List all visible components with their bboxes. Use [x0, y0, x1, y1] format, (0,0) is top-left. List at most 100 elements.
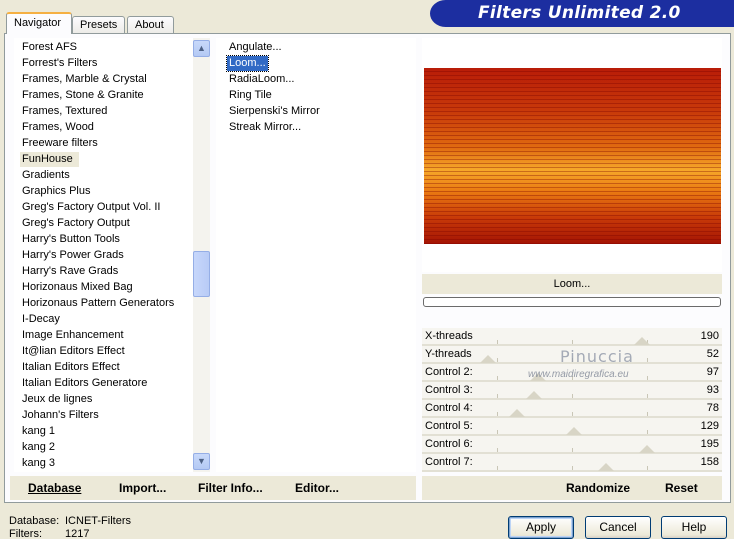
category-scrollbar[interactable]: ▲ ▼	[193, 38, 210, 472]
slider-tick	[647, 358, 648, 362]
category-item[interactable]: I-Decay	[20, 312, 62, 327]
control-slider-row[interactable]: Control 5: 129	[422, 418, 722, 436]
import-button[interactable]: Import...	[119, 481, 166, 495]
slider-thumb[interactable]	[633, 337, 650, 345]
category-item[interactable]: Johann's Filters	[20, 408, 101, 423]
category-item[interactable]: Frames, Marble & Crystal	[20, 72, 149, 87]
watermark-site: www.maidiregrafica.eu	[528, 369, 629, 380]
category-item[interactable]: It@lian Editors Effect	[20, 344, 127, 359]
control-slider-row[interactable]: Control 7: 158	[422, 454, 722, 472]
app-banner: Filters Unlimited 2.0	[430, 0, 734, 27]
category-item[interactable]: Graphics Plus	[20, 184, 92, 199]
category-item[interactable]: kang 2	[20, 440, 57, 455]
category-item[interactable]: Frames, Stone & Granite	[20, 88, 146, 103]
category-item[interactable]: Frames, Wood	[20, 120, 96, 135]
scroll-up-button[interactable]: ▲	[193, 40, 210, 57]
control-slider-row[interactable]: Control 6: 195	[422, 436, 722, 454]
scroll-down-button[interactable]: ▼	[193, 453, 210, 470]
category-item[interactable]: Italian Editors Generatore	[20, 376, 149, 391]
slider-tick	[647, 394, 648, 398]
preview-toolbar: Randomize Reset	[422, 476, 722, 500]
filter-item[interactable]: Loom...	[226, 55, 269, 72]
slider-tick	[572, 466, 573, 470]
slider-tick	[497, 412, 498, 416]
slider-thumb[interactable]	[597, 463, 614, 471]
tab-presets[interactable]: Presets	[72, 16, 125, 34]
filter-item[interactable]: Angulate...	[227, 40, 284, 55]
control-value: 129	[700, 420, 719, 432]
category-item[interactable]: Horizonaus Pattern Generators	[20, 296, 176, 311]
slider-tick	[497, 466, 498, 470]
category-item[interactable]: Harry's Button Tools	[20, 232, 122, 247]
reset-button[interactable]: Reset	[665, 481, 698, 495]
tab-about[interactable]: About	[127, 16, 174, 34]
control-slider-row[interactable]: Control 3: 93	[422, 382, 722, 400]
control-value: 52	[706, 348, 719, 360]
slider-thumb[interactable]	[639, 445, 656, 453]
control-value: 97	[706, 366, 719, 378]
category-item[interactable]: Horizonaus Mixed Bag	[20, 280, 135, 295]
category-item[interactable]: Harry's Power Grads	[20, 248, 126, 263]
filter-item[interactable]: RadiaLoom...	[227, 72, 296, 87]
slider-tick	[572, 448, 573, 452]
slider-tick	[647, 376, 648, 380]
category-item[interactable]: Forest AFS	[20, 40, 79, 55]
slider-tick	[497, 376, 498, 380]
control-value: 190	[700, 330, 719, 342]
preview-image	[424, 68, 721, 244]
control-slider-row[interactable]: Control 4: 78	[422, 400, 722, 418]
scroll-thumb[interactable]	[193, 251, 210, 297]
help-button[interactable]: Help	[661, 516, 727, 539]
control-label: Control 4:	[425, 402, 473, 414]
slider-tick	[497, 340, 498, 344]
category-item[interactable]: kang 3	[20, 456, 57, 471]
slider-tick	[647, 430, 648, 434]
control-value: 158	[700, 456, 719, 468]
control-label: Y-threads	[425, 348, 472, 360]
control-label: Control 5:	[425, 420, 473, 432]
slider-tick	[572, 394, 573, 398]
filter-item[interactable]: Sierpenski's Mirror	[227, 104, 322, 119]
slider-thumb[interactable]	[479, 355, 496, 363]
bottom-toolbar: Database Import... Filter Info... Editor…	[10, 476, 416, 500]
filter-list[interactable]: Angulate... Loom... RadiaLoom... Ring Tile S…	[216, 38, 416, 472]
category-item[interactable]: Greg's Factory Output Vol. II	[20, 200, 162, 215]
database-button[interactable]: Database	[28, 481, 81, 495]
category-item[interactable]: Jeux de lignes	[20, 392, 94, 407]
category-item[interactable]: FunHouse	[20, 152, 79, 167]
database-label: Database:	[9, 515, 60, 527]
database-value: ICNET-Filters	[65, 515, 131, 527]
preview-filter-name: Loom...	[422, 274, 722, 294]
control-slider-row[interactable]: X-threads 190	[422, 328, 722, 346]
control-label: Control 6:	[425, 438, 473, 450]
filters-label: Filters:	[9, 528, 42, 539]
category-item[interactable]: Italian Editors Effect	[20, 360, 122, 375]
apply-button[interactable]: Apply	[508, 516, 574, 539]
slider-tick	[572, 412, 573, 416]
filter-item[interactable]: Streak Mirror...	[227, 120, 303, 135]
category-item[interactable]: Gradients	[20, 168, 72, 183]
category-item[interactable]: Forrest's Filters	[20, 56, 99, 71]
category-item[interactable]: Greg's Factory Output	[20, 216, 132, 231]
slider-tick	[572, 340, 573, 344]
category-item[interactable]: Harry's Rave Grads	[20, 264, 120, 279]
category-item[interactable]: Frames, Textured	[20, 104, 109, 119]
filter-info-button[interactable]: Filter Info...	[198, 481, 263, 495]
slider-thumb[interactable]	[508, 409, 525, 417]
control-label: Control 7:	[425, 456, 473, 468]
randomize-button[interactable]: Randomize	[566, 481, 630, 495]
cancel-button[interactable]: Cancel	[585, 516, 651, 539]
category-item[interactable]: Image Enhancement	[20, 328, 126, 343]
slider-thumb[interactable]	[565, 427, 582, 435]
category-item[interactable]: kang 1	[20, 424, 57, 439]
category-item[interactable]: Freeware filters	[20, 136, 100, 151]
tab-navigator[interactable]: Navigator	[6, 12, 72, 34]
control-value: 78	[706, 402, 719, 414]
category-list[interactable]: Forest AFS Forrest's Filters Frames, Marbl…	[14, 38, 210, 472]
slider-track[interactable]	[422, 470, 722, 472]
slider-tick	[647, 412, 648, 416]
filter-item[interactable]: Ring Tile	[227, 88, 274, 103]
slider-thumb[interactable]	[525, 391, 542, 399]
control-label: X-threads	[425, 330, 473, 342]
editor-button[interactable]: Editor...	[295, 481, 339, 495]
